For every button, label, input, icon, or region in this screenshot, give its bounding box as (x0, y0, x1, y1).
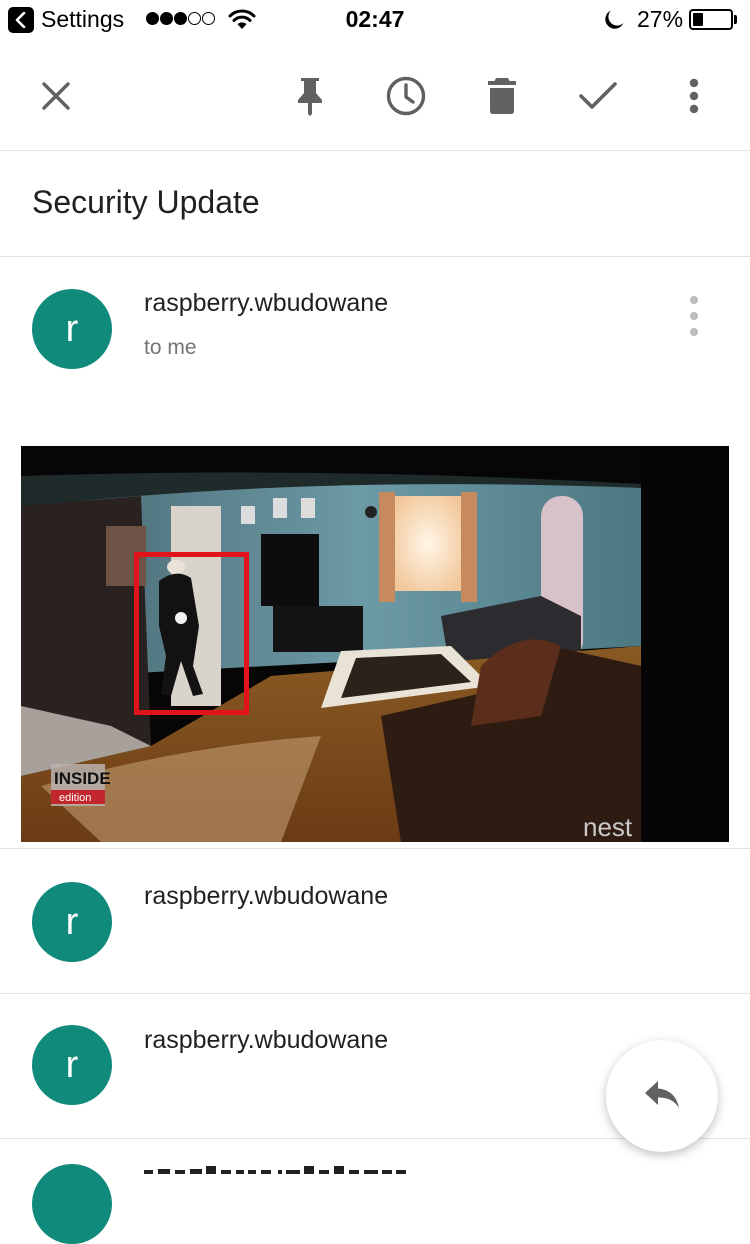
sender-name[interactable]: raspberry.wbudowane (144, 1026, 388, 1055)
security-camera-image[interactable]: INSIDE edition nest (21, 446, 729, 842)
camera-scene: INSIDE edition nest (21, 446, 729, 842)
sender-avatar[interactable]: r (32, 1025, 112, 1105)
sender-name[interactable]: raspberry.wbudowane (144, 882, 388, 911)
reply-icon (643, 1079, 681, 1114)
reply-button[interactable] (606, 1040, 718, 1152)
battery-level (693, 13, 703, 26)
battery-icon (689, 9, 733, 30)
moon-icon (603, 9, 625, 36)
watermark-inside: INSIDE (54, 769, 111, 788)
trash-icon[interactable] (474, 68, 530, 124)
close-icon[interactable] (28, 68, 84, 124)
watermark-edition: edition (59, 792, 91, 804)
sender-name[interactable]: raspberry.wbudowane (144, 289, 388, 318)
message-more-icon[interactable] (680, 296, 708, 336)
divider (0, 256, 750, 257)
sender-name-partial[interactable] (144, 1160, 424, 1174)
sender-avatar[interactable]: r (32, 289, 112, 369)
clock-icon[interactable] (378, 68, 434, 124)
divider (0, 848, 750, 849)
check-icon[interactable] (570, 68, 626, 124)
status-bar: Settings 02:47 27% (0, 0, 750, 40)
pin-icon[interactable] (282, 68, 338, 124)
more-vert-icon[interactable] (666, 68, 722, 124)
battery-percent: 27% (637, 6, 684, 32)
divider (0, 993, 750, 994)
email-subject: Security Update (32, 184, 260, 220)
sender-avatar-partial[interactable] (32, 1164, 112, 1244)
message-toolbar (0, 44, 750, 151)
sender-avatar[interactable]: r (32, 882, 112, 962)
recipient-label[interactable]: to me (144, 336, 197, 360)
watermark-nest: nest (583, 812, 633, 842)
battery-tip (734, 15, 737, 24)
